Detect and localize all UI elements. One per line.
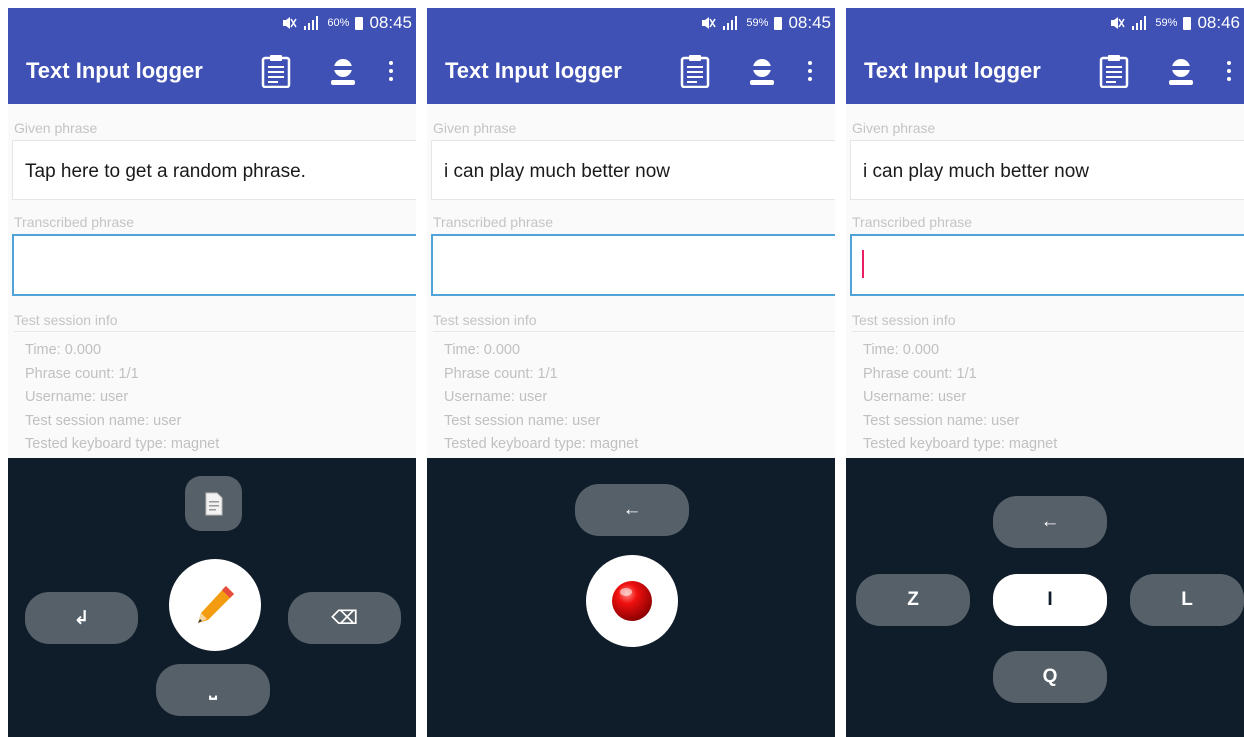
info-phrase-count: Phrase count: 1/1	[863, 365, 977, 382]
back-arrow-key[interactable]: ←	[993, 496, 1107, 548]
battery-icon	[355, 16, 364, 30]
clipboard-icon[interactable]	[680, 54, 710, 88]
overflow-menu-icon[interactable]	[384, 57, 398, 85]
status-bar: 59% 08:46	[846, 8, 1244, 38]
transcribed-phrase-input[interactable]	[850, 234, 1244, 296]
info-time: Time: 0.000	[863, 342, 940, 358]
account-icon[interactable]	[328, 58, 358, 86]
transcribed-phrase-label: Transcribed phrase	[852, 214, 973, 230]
info-keyboard-type: Tested keyboard type: magnet	[25, 436, 220, 452]
app-bar: Text Input logger	[8, 38, 416, 104]
app-title: Text Input logger	[445, 58, 622, 83]
app-bar: Text Input logger	[427, 38, 835, 104]
transcribed-phrase-input[interactable]	[431, 234, 835, 296]
session-info: Time: 0.000 Phrase count: 1/1 Username: …	[25, 339, 219, 457]
text-cursor	[862, 250, 864, 278]
clock: 08:45	[369, 13, 412, 32]
battery-percent: 60%	[327, 17, 350, 29]
account-icon[interactable]	[747, 58, 777, 86]
info-username: Username: user	[863, 389, 967, 405]
signal-icon	[304, 16, 319, 30]
info-keyboard-type: Tested keyboard type: magnet	[863, 436, 1058, 452]
red-record-icon	[612, 581, 652, 621]
app-title: Text Input logger	[864, 58, 1041, 83]
session-info: Time: 0.000 Phrase count: 1/1 Username: …	[444, 339, 638, 457]
info-keyboard-type: Tested keyboard type: magnet	[444, 436, 639, 452]
letter-key-i-selected[interactable]: I	[993, 574, 1107, 626]
record-center-button[interactable]	[586, 555, 678, 647]
info-username: Username: user	[444, 389, 548, 405]
divider	[433, 331, 835, 332]
info-session-name: Test session name: user	[25, 412, 182, 429]
session-info-label: Test session info	[14, 312, 118, 328]
info-username: Username: user	[25, 389, 129, 405]
app-title: Text Input logger	[26, 58, 203, 83]
transcribed-phrase-input[interactable]	[12, 234, 416, 296]
document-key[interactable]	[185, 476, 242, 531]
info-session-name: Test session name: user	[863, 412, 1020, 429]
space-key[interactable]: ⎵	[156, 664, 270, 716]
status-bar: 59% 08:45	[427, 8, 835, 38]
pencil-icon	[198, 586, 234, 623]
overflow-menu-icon[interactable]	[1222, 57, 1236, 85]
info-session-name: Test session name: user	[444, 412, 601, 429]
letter-key-q[interactable]: Q	[993, 651, 1107, 703]
signal-icon	[1132, 16, 1147, 30]
app-bar: Text Input logger	[846, 38, 1244, 104]
mute-icon	[283, 17, 298, 29]
magnet-keyboard: ←	[427, 458, 835, 737]
given-phrase-field[interactable]: i can play much better now	[850, 140, 1244, 200]
session-info: Time: 0.000 Phrase count: 1/1 Username: …	[863, 339, 1057, 457]
overflow-menu-icon[interactable]	[803, 57, 817, 85]
battery-icon	[1183, 16, 1192, 30]
divider	[852, 331, 1244, 332]
given-phrase-label: Given phrase	[433, 120, 517, 136]
magnet-keyboard: ↲ ⌫ ⎵	[8, 458, 416, 737]
letter-key-z[interactable]: Z	[856, 574, 970, 626]
document-icon	[205, 492, 222, 515]
back-arrow-key[interactable]: ←	[575, 484, 689, 536]
backspace-key[interactable]: ⌫	[288, 592, 401, 644]
given-phrase-label: Given phrase	[14, 120, 98, 136]
info-time: Time: 0.000	[444, 342, 521, 358]
battery-icon	[774, 16, 783, 30]
mute-icon	[702, 17, 717, 29]
phone-screen-2: 59% 08:45 Text Input logger Given phrase…	[427, 8, 835, 737]
clipboard-icon[interactable]	[261, 54, 291, 88]
session-info-label: Test session info	[433, 312, 537, 328]
letter-key-l[interactable]: L	[1130, 574, 1244, 626]
given-phrase-field[interactable]: i can play much better now	[431, 140, 835, 200]
magnet-keyboard: ← Z I L Q	[846, 458, 1244, 737]
info-time: Time: 0.000	[25, 342, 102, 358]
given-phrase-label: Given phrase	[852, 120, 936, 136]
battery-percent: 59%	[746, 17, 769, 29]
clock: 08:45	[788, 13, 831, 32]
clock: 08:46	[1197, 13, 1240, 32]
battery-percent: 59%	[1155, 17, 1178, 29]
transcribed-phrase-label: Transcribed phrase	[433, 214, 554, 230]
session-info-label: Test session info	[852, 312, 956, 328]
info-phrase-count: Phrase count: 1/1	[25, 365, 139, 382]
clipboard-icon[interactable]	[1099, 54, 1129, 88]
pencil-center-button[interactable]	[169, 559, 261, 651]
info-phrase-count: Phrase count: 1/1	[444, 365, 558, 382]
signal-icon	[723, 16, 738, 30]
account-icon[interactable]	[1166, 58, 1196, 86]
enter-key[interactable]: ↲	[25, 592, 138, 644]
transcribed-phrase-label: Transcribed phrase	[14, 214, 135, 230]
given-phrase-field[interactable]: Tap here to get a random phrase.	[12, 140, 416, 200]
status-bar: 60% 08:45	[8, 8, 416, 38]
mute-icon	[1111, 17, 1126, 29]
phone-screen-3: 59% 08:46 Text Input logger Given phrase…	[846, 8, 1244, 737]
divider	[14, 331, 416, 332]
phone-screen-1: 60% 08:45 Text Input logger Given phrase…	[8, 8, 416, 737]
